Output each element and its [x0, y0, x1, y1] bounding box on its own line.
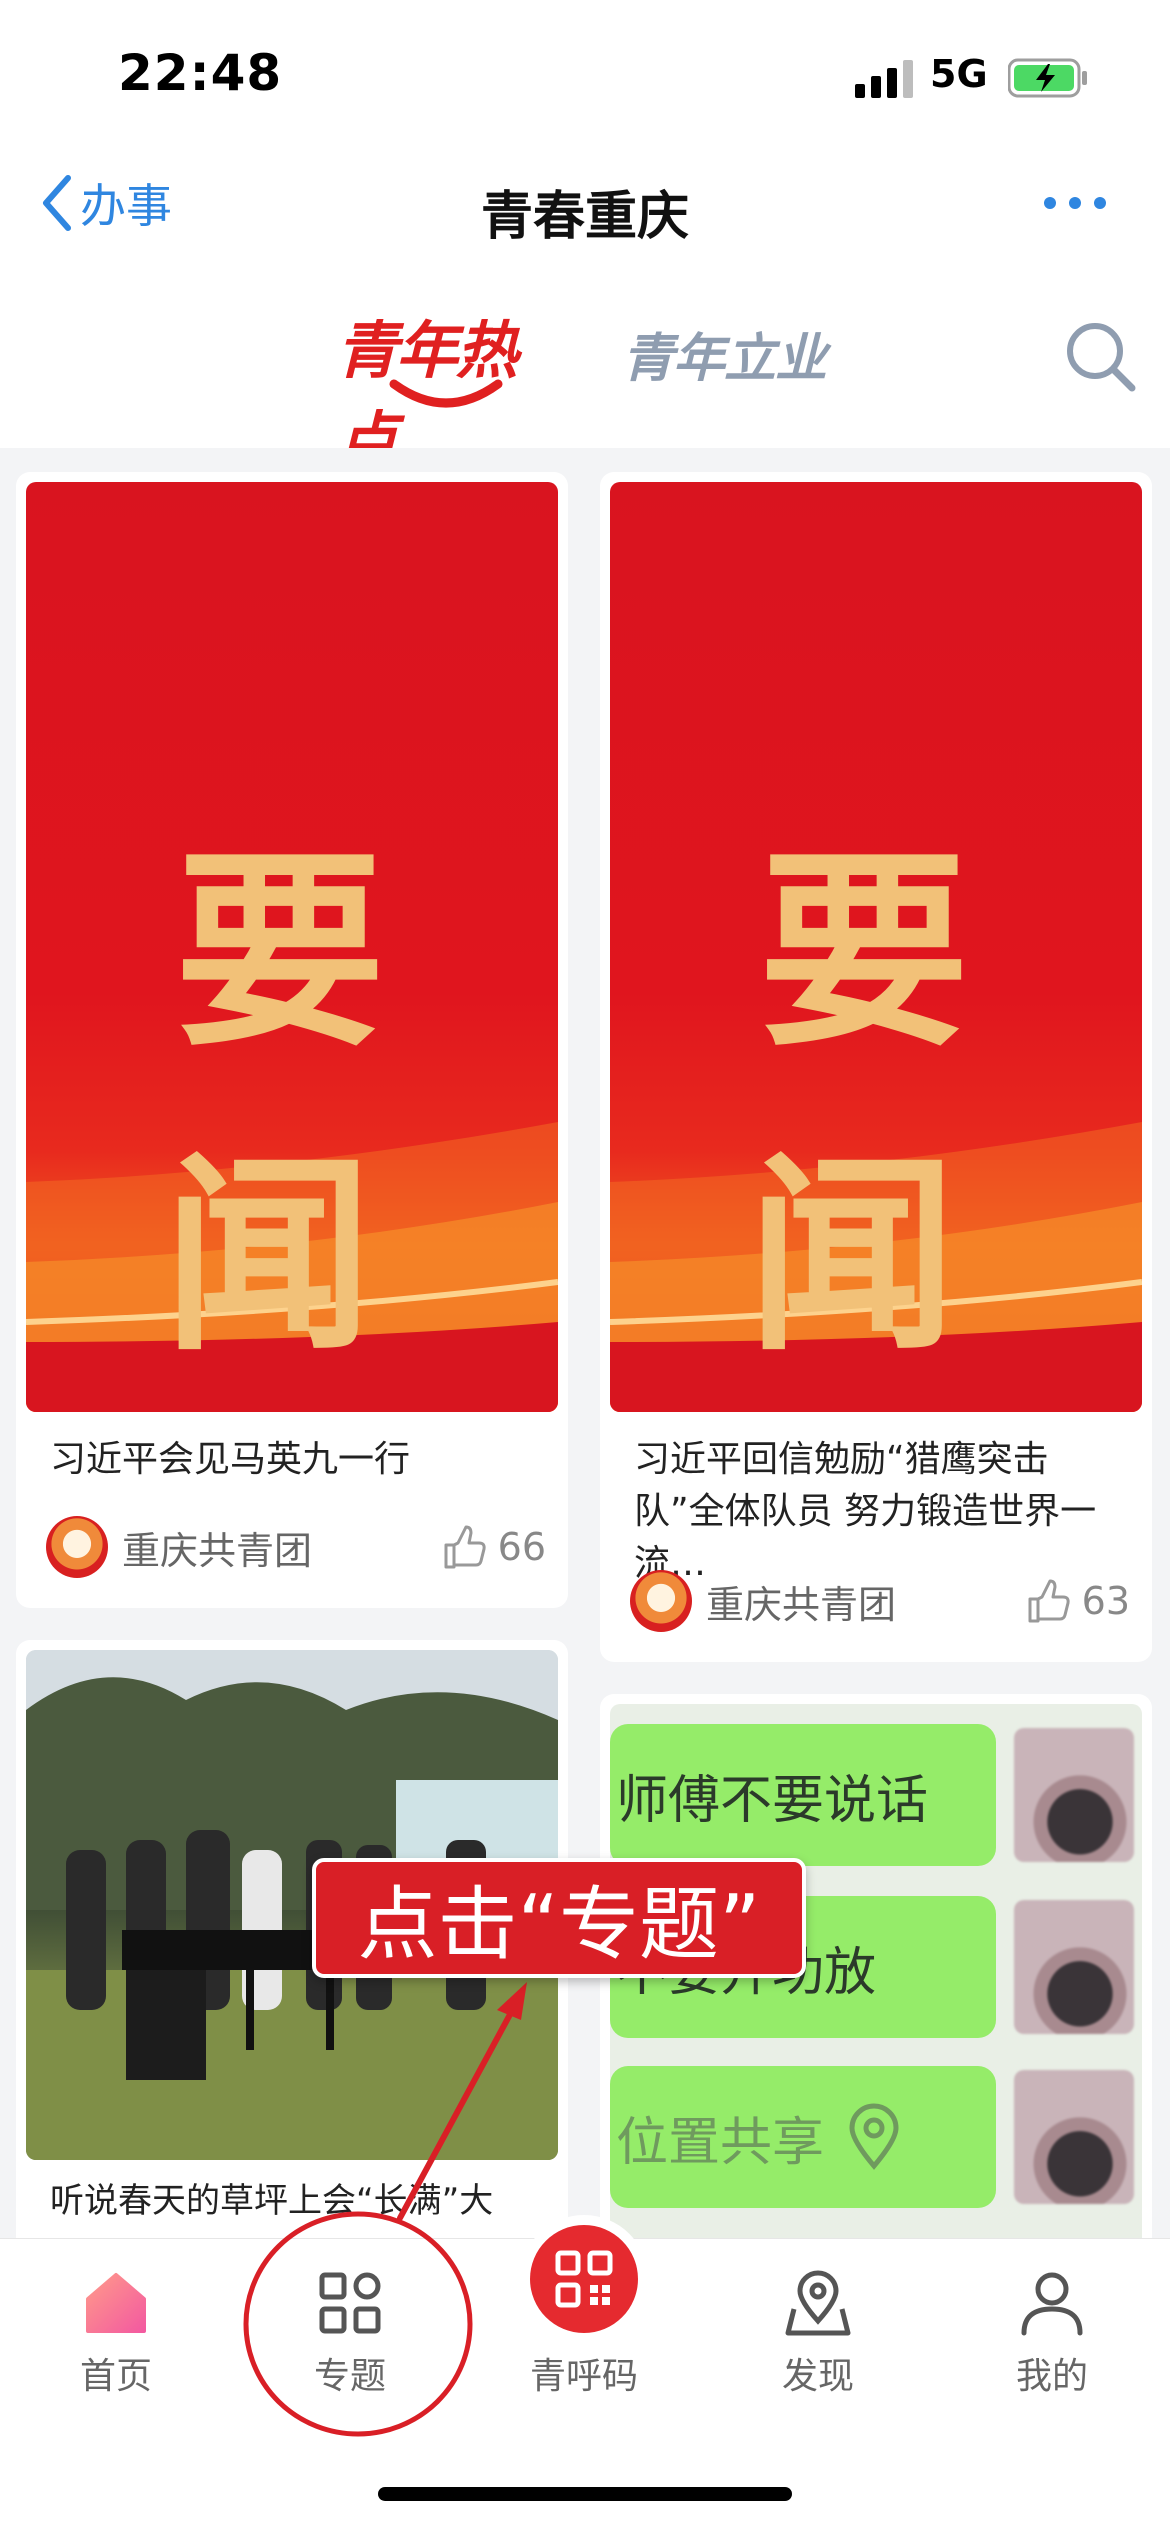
news-cover-image: 要闻	[610, 482, 1142, 1412]
active-tab-indicator	[389, 379, 503, 408]
tab-mine-label: 我的	[1015, 2356, 1088, 2397]
tab-discover-label: 发现	[781, 2356, 854, 2397]
network-label: 5G	[930, 52, 988, 96]
thumbs-up-icon[interactable]	[440, 1523, 488, 1571]
status-time: 22:48	[118, 44, 283, 102]
chat-bubble: 师傅不要说话	[610, 1724, 996, 1866]
hint-callout: 点击“专题”	[312, 1858, 806, 1978]
news-meta: 重庆共青团 63	[630, 1566, 1130, 1636]
chat-avatar	[1014, 2070, 1134, 2204]
tab-discover[interactable]: 发现	[738, 2269, 898, 2419]
grid-icon	[319, 2272, 381, 2334]
thumbs-up-icon[interactable]	[1024, 1577, 1072, 1625]
cover-headline: 要闻	[162, 828, 433, 1379]
content-tabs: 青年热点 青年立业	[0, 290, 1170, 477]
tab-home[interactable]: 首页	[36, 2269, 196, 2419]
tab-youth-career[interactable]: 青年立业	[622, 316, 827, 391]
search-icon[interactable]	[1062, 318, 1138, 394]
map-pin-icon	[785, 2270, 851, 2336]
news-card[interactable]: 要闻 习近平回信勉励“猎鹰突击队”全体队员 努力锻造世界一流… 重庆共青团 63	[600, 472, 1152, 1662]
news-cover-image: 要闻	[26, 482, 558, 1412]
like-count: 63	[1081, 1579, 1130, 1623]
nav-bar: 办事 青春重庆	[0, 150, 1170, 265]
bottom-tab-bar: 首页 专题 青呼码 发现 我的	[0, 2225, 1170, 2532]
home-icon	[86, 2273, 146, 2333]
qr-button[interactable]	[530, 2225, 638, 2333]
more-icon[interactable]	[1040, 178, 1110, 228]
chat-bubble: 位置共享	[610, 2066, 996, 2208]
tab-topics[interactable]: 专题	[270, 2269, 430, 2419]
person-icon	[1021, 2272, 1083, 2336]
cover-headline: 要闻	[746, 828, 1017, 1379]
tab-mine[interactable]: 我的	[972, 2269, 1132, 2419]
author-avatar	[46, 1516, 108, 1578]
chat-bubble-text: 位置共享	[616, 2112, 825, 2173]
tab-qr-label: 青呼码	[529, 2356, 638, 2397]
qr-code-icon	[555, 2250, 613, 2308]
news-title: 习近平会见马英九一行	[50, 1439, 411, 1480]
author-name: 重庆共青团	[122, 1528, 313, 1573]
tab-qr-code[interactable]: 青呼码	[504, 2225, 664, 2397]
home-indicator	[378, 2487, 792, 2501]
news-meta: 重庆共青团 66	[46, 1512, 546, 1582]
news-title: 听说春天的草坪上会“长满”大	[50, 2181, 494, 2221]
status-bar: 22:48 5G	[0, 0, 1170, 140]
signal-icon	[855, 60, 913, 98]
tab-home-label: 首页	[79, 2356, 152, 2397]
chat-avatar	[1014, 1900, 1134, 2034]
author-name: 重庆共青团	[706, 1582, 897, 1627]
battery-charging-icon	[1008, 58, 1087, 98]
author-avatar	[630, 1570, 692, 1632]
chat-avatar	[1014, 1728, 1134, 1862]
like-count: 66	[497, 1525, 546, 1569]
location-pin-icon	[849, 2103, 899, 2170]
news-card[interactable]: 要闻 习近平会见马英九一行 重庆共青团 66	[16, 472, 568, 1608]
tab-topics-label: 专题	[313, 2356, 386, 2397]
page-title: 青春重庆	[480, 187, 689, 247]
